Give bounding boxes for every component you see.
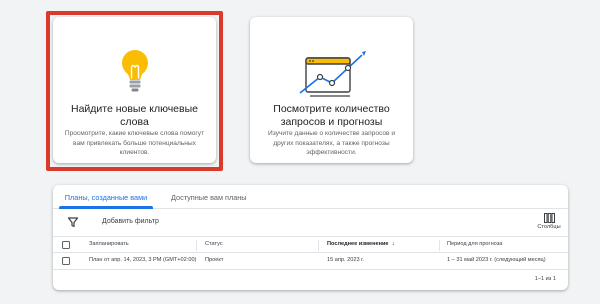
row-checkbox[interactable] [62,257,70,265]
active-tab-indicator [59,206,153,209]
header-forecast-period[interactable]: Период для прогноза [447,241,502,247]
header-status[interactable]: Статус [205,241,223,247]
lightbulb-icon [121,50,148,92]
card-title: Посмотрите количество запросов и прогноз… [273,103,390,128]
card-description: Просмотрите, какие ключевые слова помогу… [64,130,205,156]
trend-chart-icon [299,51,366,97]
card-illustration [250,45,413,103]
pagination-info: 1–1 из 1 [534,276,556,282]
plans-panel: Планы, созданные вами Доступные вам план… [53,185,568,290]
last-modified-cell: 15 апр. 2023 г. [327,257,365,263]
column-divider [318,240,319,251]
card-title: Найдите новые ключевые слова [70,103,198,128]
column-divider [439,240,440,251]
table-row: План от апр. 14, 2023, 3 PM (GMT+02:00) … [53,253,568,270]
table-header: Запланировать Статус Последнее изменение… [53,236,568,253]
sort-arrow-down-icon: ↓ [391,241,395,247]
tab-plans-created[interactable]: Планы, созданные вами [61,193,151,202]
column-divider [196,240,197,251]
tab-available-plans[interactable]: Доступные вам планы [171,193,247,202]
select-all-checkbox[interactable] [62,241,70,249]
find-new-keywords-card[interactable]: Найдите новые ключевые слова Просмотрите… [53,17,216,163]
forecast-period-cell: 1 – 31 май 2023 г. (следующий месяц) [447,257,546,263]
search-volume-forecast-card[interactable]: Посмотрите количество запросов и прогноз… [250,17,413,163]
plan-link[interactable]: План от апр. 14, 2023, 3 PM (GMT+02:00) [89,257,196,263]
columns-label: Столбцы [537,224,561,230]
card-description: Изучите данные о количестве запросов и д… [267,130,396,156]
plans-tabs: Планы, созданные вами Доступные вам план… [53,185,568,209]
status-cell: Проект [205,257,224,263]
filter-icon[interactable] [67,216,79,228]
add-filter-button[interactable]: Добавить фильтр [102,218,159,225]
header-last-modified-label: Последнее изменение [327,241,389,247]
card-illustration [53,45,216,103]
columns-button[interactable]: Столбцы [536,213,562,230]
header-plan[interactable]: Запланировать [89,241,129,247]
header-last-modified[interactable]: Последнее изменение ↓ [327,241,395,247]
columns-icon [543,213,555,223]
